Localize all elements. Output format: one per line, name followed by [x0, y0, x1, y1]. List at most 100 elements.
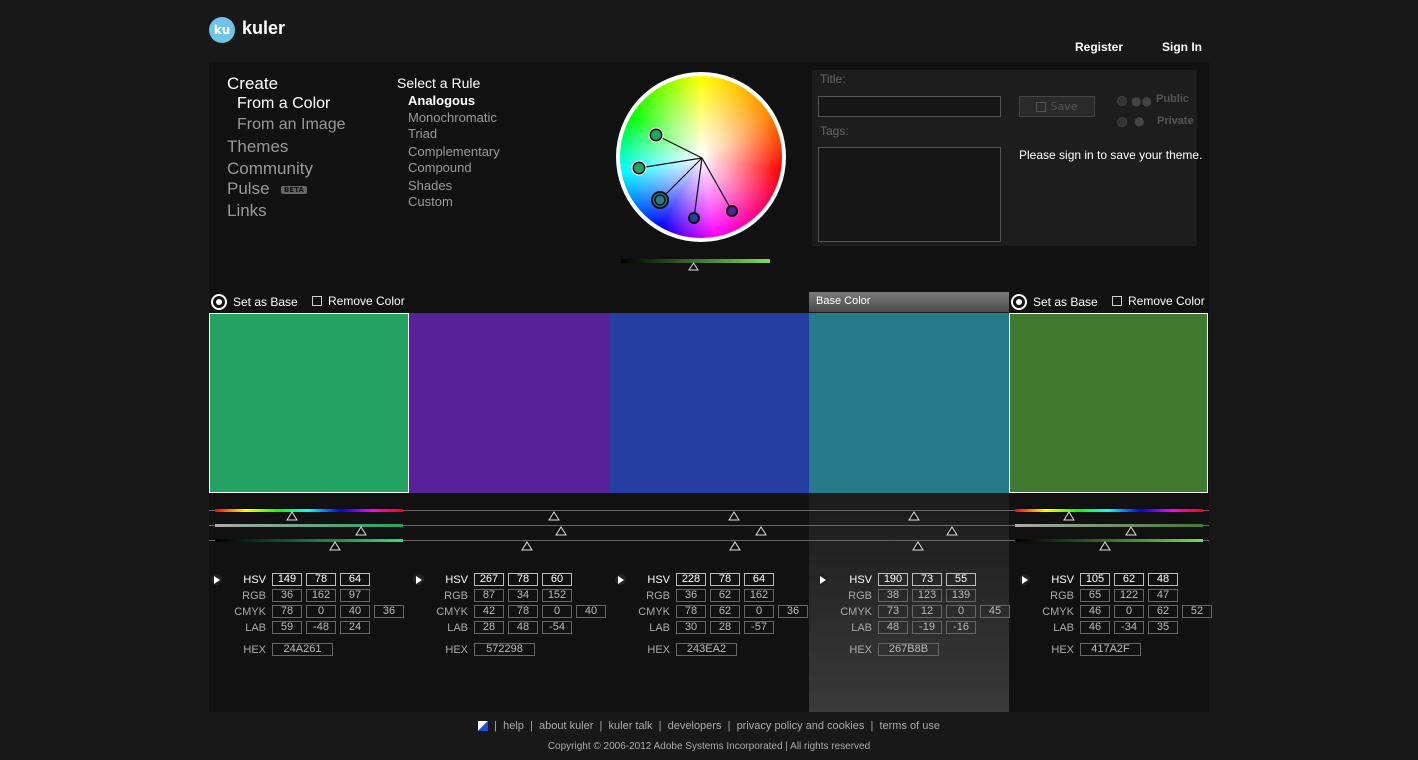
- cmyk-value-1[interactable]: 42: [474, 605, 504, 618]
- swatch-1[interactable]: [209, 313, 409, 493]
- kuler-logo-badge[interactable]: ku: [209, 17, 235, 43]
- hsv-value-1[interactable]: 267: [474, 573, 504, 586]
- cmyk-value-4[interactable]: 36: [374, 605, 404, 618]
- lab-value-2[interactable]: -19: [912, 621, 942, 634]
- cmyk-value-4[interactable]: 40: [576, 605, 606, 618]
- footer-kuler-talk[interactable]: kuler talk: [609, 720, 653, 732]
- rule-monochromatic[interactable]: Monochromatic: [408, 110, 497, 125]
- save-button[interactable]: Save: [1019, 96, 1095, 117]
- hsv-value-2[interactable]: 78: [508, 573, 538, 586]
- hsv-value-2[interactable]: 78: [710, 573, 740, 586]
- rule-shades[interactable]: Shades: [408, 178, 452, 193]
- rgb-value-1[interactable]: 65: [1080, 589, 1110, 602]
- footer-help[interactable]: help: [503, 720, 524, 732]
- hex-value[interactable]: 24A261: [272, 643, 333, 656]
- cmyk-value-1[interactable]: 73: [878, 605, 908, 618]
- hsv-value-3[interactable]: 55: [946, 573, 976, 586]
- nav-from-a-color[interactable]: From a Color: [237, 95, 330, 113]
- public-radio[interactable]: [1117, 96, 1127, 106]
- lab-value-2[interactable]: -48: [306, 621, 336, 634]
- nav-create[interactable]: Create: [227, 74, 278, 94]
- rgb-value-1[interactable]: 38: [878, 589, 908, 602]
- cmyk-value-4[interactable]: 45: [980, 605, 1010, 618]
- cmyk-value-2[interactable]: 62: [710, 605, 740, 618]
- footer-about[interactable]: about kuler: [539, 720, 593, 732]
- rgb-value-3[interactable]: 97: [340, 589, 370, 602]
- cmyk-value-4[interactable]: 36: [778, 605, 808, 618]
- rgb-value-1[interactable]: 36: [272, 589, 302, 602]
- lab-value-1[interactable]: 48: [878, 621, 908, 634]
- play-icon[interactable]: [1019, 574, 1030, 585]
- private-radio[interactable]: [1117, 117, 1127, 127]
- remove-color-5[interactable]: Remove Color: [1112, 294, 1205, 308]
- nav-community[interactable]: Community: [227, 159, 313, 179]
- footer-developers[interactable]: developers: [668, 720, 722, 732]
- nav-from-an-image[interactable]: From an Image: [237, 116, 345, 134]
- nav-pulse[interactable]: Pulse: [227, 179, 270, 199]
- lab-value-3[interactable]: 35: [1148, 621, 1178, 634]
- lab-value-1[interactable]: 28: [474, 621, 504, 634]
- cmyk-value-1[interactable]: 46: [1080, 605, 1110, 618]
- rule-analogous[interactable]: Analogous: [408, 93, 475, 108]
- lab-value-2[interactable]: -34: [1114, 621, 1144, 634]
- rgb-value-1[interactable]: 36: [676, 589, 706, 602]
- hsv-value-3[interactable]: 60: [542, 573, 572, 586]
- hsv-value-3[interactable]: 48: [1148, 573, 1178, 586]
- cmyk-value-2[interactable]: 0: [1114, 605, 1144, 618]
- rgb-value-2[interactable]: 62: [710, 589, 740, 602]
- nav-themes[interactable]: Themes: [227, 137, 288, 157]
- play-icon[interactable]: [615, 574, 626, 585]
- play-icon[interactable]: [211, 574, 222, 585]
- hex-value[interactable]: 572298: [474, 643, 535, 656]
- rgb-value-3[interactable]: 139: [946, 589, 976, 602]
- cmyk-value-3[interactable]: 40: [340, 605, 370, 618]
- hex-value[interactable]: 417A2F: [1080, 643, 1141, 656]
- footer-privacy[interactable]: privacy policy and cookies: [737, 720, 865, 732]
- rule-complementary[interactable]: Complementary: [408, 144, 500, 159]
- hsv-value-3[interactable]: 64: [340, 573, 370, 586]
- lab-value-2[interactable]: 48: [508, 621, 538, 634]
- cmyk-value-2[interactable]: 0: [306, 605, 336, 618]
- rgb-value-3[interactable]: 152: [542, 589, 572, 602]
- register-link[interactable]: Register: [1075, 40, 1123, 54]
- rule-custom[interactable]: Custom: [408, 194, 453, 209]
- rule-triad[interactable]: Triad: [408, 126, 437, 141]
- rgb-value-2[interactable]: 34: [508, 589, 538, 602]
- nav-links[interactable]: Links: [227, 201, 267, 221]
- adobe-flag-icon[interactable]: [478, 721, 488, 732]
- rule-compound[interactable]: Compound: [408, 160, 472, 175]
- title-input[interactable]: [818, 96, 1001, 117]
- swatch-4-base[interactable]: [809, 313, 1009, 493]
- sign-in-link[interactable]: Sign In: [1162, 40, 1202, 54]
- kuler-logo-text[interactable]: kuler: [242, 18, 285, 39]
- rgb-value-3[interactable]: 47: [1148, 589, 1178, 602]
- cmyk-value-3[interactable]: 0: [542, 605, 572, 618]
- set-as-base-5[interactable]: Set as Base: [1011, 294, 1098, 310]
- cmyk-value-4[interactable]: 52: [1182, 605, 1212, 618]
- cmyk-value-3[interactable]: 62: [1148, 605, 1178, 618]
- cmyk-value-3[interactable]: 0: [946, 605, 976, 618]
- footer-terms[interactable]: terms of use: [879, 720, 940, 732]
- remove-color-1[interactable]: Remove Color: [312, 294, 405, 308]
- tags-textarea[interactable]: [818, 147, 1001, 242]
- lab-value-1[interactable]: 30: [676, 621, 706, 634]
- hsv-value-1[interactable]: 190: [878, 573, 908, 586]
- cmyk-value-2[interactable]: 12: [912, 605, 942, 618]
- hsv-value-2[interactable]: 73: [912, 573, 942, 586]
- cmyk-value-3[interactable]: 0: [744, 605, 774, 618]
- hsv-value-1[interactable]: 228: [676, 573, 706, 586]
- cmyk-value-1[interactable]: 78: [676, 605, 706, 618]
- hsv-value-1[interactable]: 105: [1080, 573, 1110, 586]
- lab-value-1[interactable]: 46: [1080, 621, 1110, 634]
- cmyk-value-1[interactable]: 78: [272, 605, 302, 618]
- rgb-value-2[interactable]: 162: [306, 589, 336, 602]
- brightness-thumb[interactable]: [688, 262, 699, 271]
- swatch-5[interactable]: [1009, 313, 1208, 493]
- slider-thumbs[interactable]: [209, 505, 1209, 555]
- cmyk-value-2[interactable]: 78: [508, 605, 538, 618]
- rgb-value-3[interactable]: 162: [744, 589, 774, 602]
- lab-value-3[interactable]: -16: [946, 621, 976, 634]
- lab-value-3[interactable]: -57: [744, 621, 774, 634]
- swatch-3[interactable]: [609, 313, 809, 493]
- lab-value-3[interactable]: 24: [340, 621, 370, 634]
